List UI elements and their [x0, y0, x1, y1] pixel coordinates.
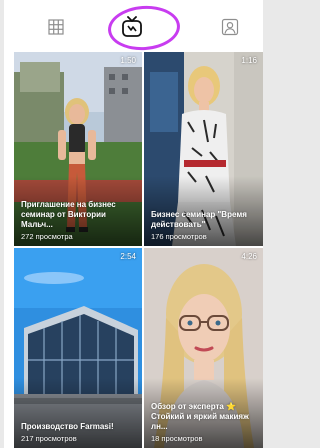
video-views: 217 просмотров [21, 434, 77, 443]
video-views: 18 просмотров [151, 434, 203, 443]
tagged-person-icon [221, 18, 239, 36]
tab-grid[interactable] [36, 10, 76, 44]
video-duration: 4:26 [241, 252, 257, 261]
grid-icon [48, 19, 64, 35]
igtv-video-grid: 1:50 Приглашение на бизнес семинар от Ви… [4, 52, 263, 448]
video-title: Бизнес семинар "Время действовать" [151, 210, 247, 229]
video-views: 176 просмотров [151, 232, 207, 241]
profile-tab-bar [4, 0, 263, 53]
tab-tagged[interactable] [210, 10, 250, 44]
video-tile[interactable]: 4:26 Обзор от эксперта ⭐ Стойкий и яркий… [144, 248, 263, 448]
profile-screen: 1:50 Приглашение на бизнес семинар от Ви… [4, 0, 263, 448]
video-views: 272 просмотра [21, 232, 73, 241]
video-duration: 1:16 [241, 56, 257, 65]
video-tile[interactable]: 1:50 Приглашение на бизнес семинар от Ви… [14, 52, 142, 246]
video-title: Обзор от эксперта ⭐ Стойкий и яркий маки… [151, 402, 249, 431]
video-tile[interactable]: 1:16 Бизнес семинар "Время действовать" … [144, 52, 263, 246]
video-title: Приглашение на бизнес семинар от Виктори… [21, 200, 116, 229]
video-duration: 1:50 [120, 56, 136, 65]
video-duration: 2:54 [120, 252, 136, 261]
video-title: Производство Farmasi! [21, 422, 114, 431]
video-tile[interactable]: 2:54 Производство Farmasi! 217 просмотро… [14, 248, 142, 448]
